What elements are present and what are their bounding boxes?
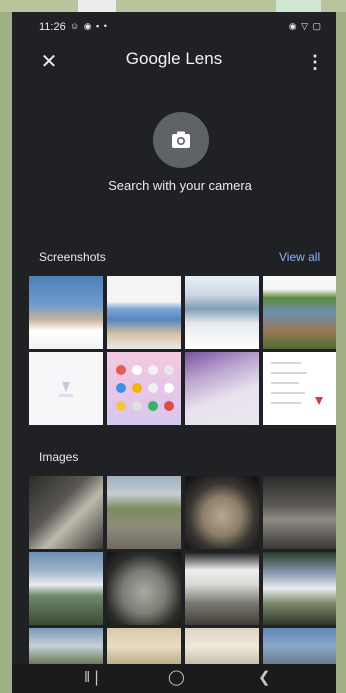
image-thumb-8[interactable] [263, 552, 336, 625]
recents-icon[interactable]: ‖❘ [84, 668, 103, 686]
system-status-icons: ◉ ▽ ▢ [288, 21, 322, 31]
camera-label: Search with your camera [108, 178, 252, 193]
screenshot-thumb-3[interactable] [185, 276, 259, 349]
lens-screen: 11:26 ☺ ◉ ▪ • ◉ ▽ ▢ ✕ Google Lens ⋮ Sear… [12, 12, 336, 693]
back-icon[interactable]: ❮ [258, 668, 271, 686]
image-thumb-1[interactable] [29, 476, 103, 549]
app-bar: ✕ Google Lens ⋮ [12, 42, 336, 82]
app-title: Google Lens [12, 49, 336, 69]
status-time: 11:26 [39, 21, 66, 33]
screenshot-thumb-6[interactable] [107, 352, 181, 425]
frame-left [0, 0, 12, 693]
title-lens: Lens [185, 49, 223, 68]
frame-right [336, 0, 346, 693]
camera-icon [172, 131, 190, 148]
image-thumb-9[interactable] [29, 628, 103, 664]
home-icon[interactable]: ◯ [168, 668, 185, 686]
status-bar: 11:26 ☺ ◉ ▪ • ◉ ▽ ▢ [12, 12, 336, 40]
image-thumb-4[interactable] [263, 476, 336, 549]
thumb-5-mark [59, 382, 73, 397]
image-thumb-5[interactable] [29, 552, 103, 625]
screenshot-thumb-5[interactable] [29, 352, 103, 425]
screenshot-thumb-8[interactable] [263, 352, 336, 425]
screenshots-title: Screenshots [39, 250, 106, 264]
more-vert-icon[interactable]: ⋮ [306, 50, 324, 74]
notification-icons: ☺ ◉ ▪ • [70, 21, 108, 31]
image-thumb-10[interactable] [107, 628, 181, 664]
image-thumb-11[interactable] [185, 628, 259, 664]
image-thumb-12[interactable] [263, 628, 336, 664]
image-thumb-2[interactable] [107, 476, 181, 549]
settings-list-mark [271, 362, 323, 405]
screenshot-thumb-7[interactable] [185, 352, 259, 425]
screenshot-thumb-2[interactable] [107, 276, 181, 349]
screenshot-thumb-1[interactable] [29, 276, 103, 349]
app-icons-grid [116, 365, 174, 411]
image-thumb-3[interactable] [185, 476, 259, 549]
navigation-bar: ‖❘ ◯ ❮ [12, 664, 336, 693]
frame-top-mint [276, 0, 321, 12]
frame-top [0, 0, 346, 12]
view-all-link[interactable]: View all [279, 250, 320, 264]
images-title: Images [39, 450, 79, 464]
image-thumb-6[interactable] [107, 552, 181, 625]
screenshot-thumb-4[interactable] [263, 276, 336, 349]
title-google: Google [125, 49, 181, 68]
frame-top-white [78, 0, 116, 12]
camera-button[interactable] [153, 112, 209, 168]
image-thumb-7[interactable] [185, 552, 259, 625]
